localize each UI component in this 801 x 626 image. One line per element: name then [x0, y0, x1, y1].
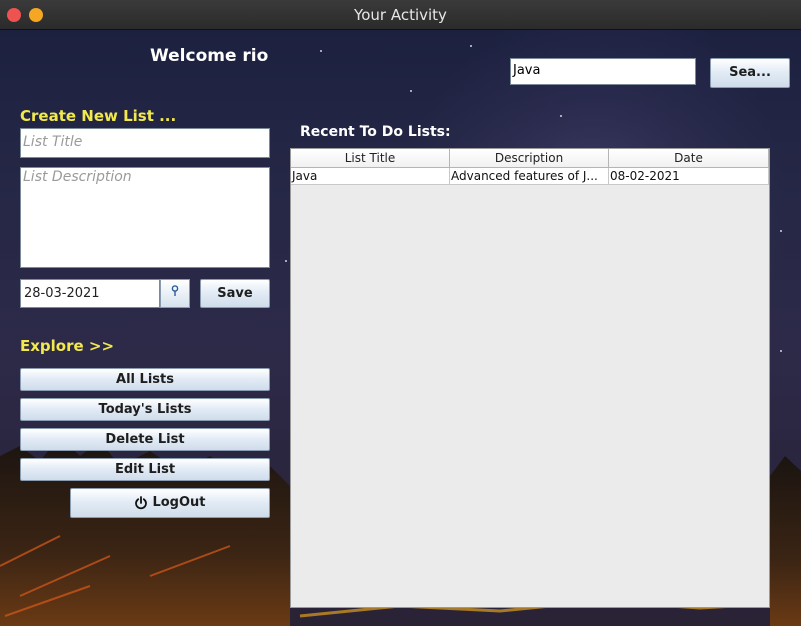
list-description-field[interactable]: List Description — [20, 167, 270, 268]
welcome-message: Welcome rio — [150, 46, 269, 66]
explore-heading: Explore >> — [20, 337, 115, 355]
date-field[interactable]: 28-03-2021 — [20, 279, 160, 308]
window-title: Your Activity — [354, 6, 447, 24]
power-icon — [135, 495, 148, 509]
window-titlebar: Your Activity — [0, 0, 801, 30]
star — [285, 260, 287, 262]
todays-lists-button[interactable]: Today's Lists — [20, 398, 270, 421]
cell-description: Advanced features of J... — [450, 168, 609, 184]
search-input[interactable]: Java — [510, 58, 696, 85]
recent-lists-table[interactable]: List Title Description Date Java Advance… — [290, 148, 770, 608]
cell-list-title: Java — [291, 168, 450, 184]
star — [780, 350, 782, 352]
delete-list-button[interactable]: Delete List — [20, 428, 270, 451]
star — [780, 230, 782, 232]
all-lists-button[interactable]: All Lists — [20, 368, 270, 391]
star — [560, 115, 562, 117]
list-description-placeholder: List Description — [23, 169, 132, 185]
table-header: List Title Description Date — [291, 149, 769, 168]
logout-button[interactable]: LogOut — [70, 488, 270, 518]
table-row[interactable]: Java Advanced features of J... 08-02-202… — [291, 168, 769, 185]
calendar-picker-button[interactable] — [160, 279, 190, 308]
star — [410, 90, 412, 92]
logout-label: LogOut — [152, 495, 206, 510]
create-list-heading: Create New List ... — [20, 107, 177, 125]
edit-list-button[interactable]: Edit List — [20, 458, 270, 481]
search-button[interactable]: Sea... — [710, 58, 790, 88]
column-header-description[interactable]: Description — [450, 149, 609, 167]
list-title-placeholder: List Title — [23, 134, 83, 150]
save-button[interactable]: Save — [200, 279, 270, 308]
star — [470, 45, 472, 47]
star — [320, 50, 322, 52]
calendar-pin-icon — [171, 285, 179, 296]
cell-date: 08-02-2021 — [609, 168, 769, 184]
column-header-date[interactable]: Date — [609, 149, 769, 167]
list-title-field[interactable]: List Title — [20, 128, 270, 158]
recent-lists-heading: Recent To Do Lists: — [300, 124, 451, 140]
column-header-list-title[interactable]: List Title — [291, 149, 450, 167]
